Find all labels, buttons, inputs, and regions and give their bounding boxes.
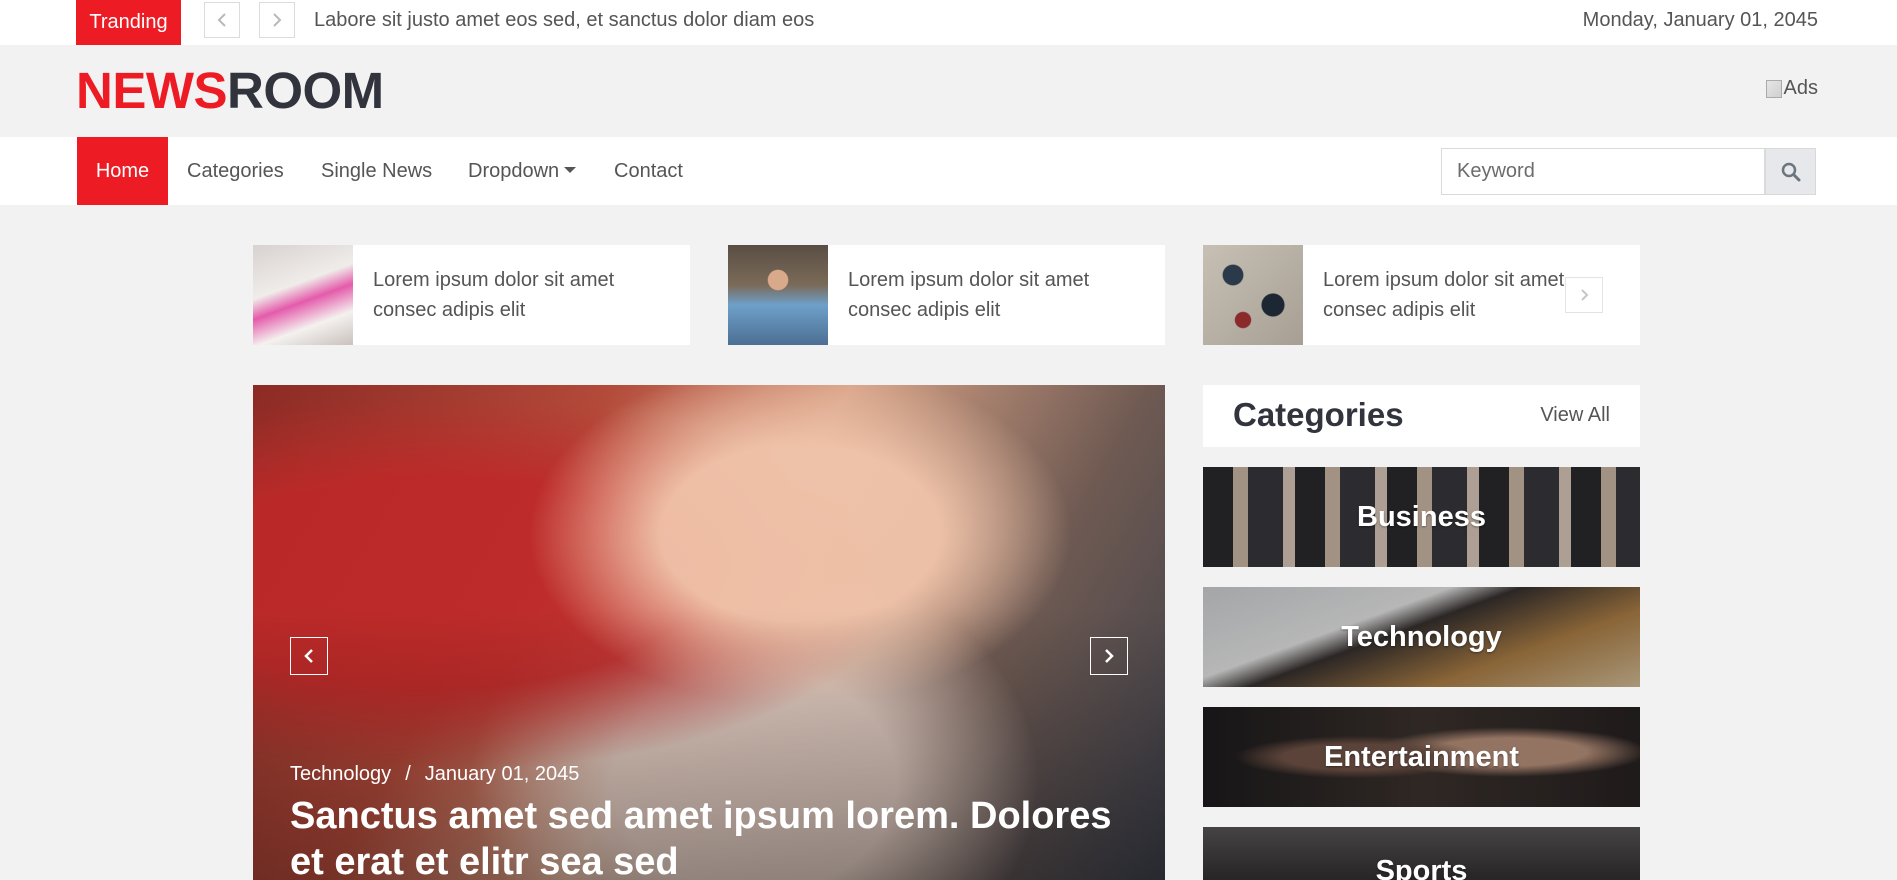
ads-banner[interactable]: Ads — [1765, 77, 1818, 100]
view-all-link[interactable]: View All — [1540, 404, 1610, 427]
news-thumbnail — [253, 245, 353, 345]
categories-title: Categories — [1233, 396, 1404, 433]
nav-item-categories[interactable]: Categories — [187, 137, 284, 205]
category-label: Entertainment — [1324, 740, 1519, 773]
nav-dropdown-label: Dropdown — [468, 159, 560, 182]
brand-bar: NEWSROOM Ads — [0, 45, 1897, 137]
categories-header: Categories View All — [1203, 385, 1640, 447]
mini-carousel-next-button[interactable] — [1565, 277, 1603, 313]
caret-down-icon — [564, 167, 577, 173]
search-input[interactable] — [1441, 148, 1765, 195]
news-thumbnail — [728, 245, 828, 345]
category-tile-technology[interactable]: Technology — [1203, 587, 1640, 687]
category-tile-business[interactable]: Business — [1203, 467, 1640, 567]
trending-next-button[interactable] — [259, 2, 295, 38]
chevron-right-icon — [1580, 289, 1588, 301]
nav-item-home[interactable]: Home — [77, 137, 168, 205]
trending-label: Tranding — [76, 0, 181, 45]
category-tile-entertainment[interactable]: Entertainment — [1203, 707, 1640, 807]
chevron-left-icon — [304, 649, 313, 663]
chevron-left-icon — [217, 13, 226, 27]
broken-image-icon — [1765, 79, 1782, 98]
hero-title-link[interactable]: Sanctus amet sed amet ipsum lorem. Dolor… — [290, 793, 1150, 880]
news-thumbnail — [1203, 245, 1303, 345]
meta-separator: / — [405, 763, 411, 785]
hero-slider[interactable]: Technology / January 01, 2045 Sanctus amet… — [253, 385, 1165, 880]
nav-item-dropdown[interactable]: Dropdown — [468, 137, 577, 205]
hero-category-link[interactable]: Technology — [290, 763, 391, 785]
search-button[interactable] — [1765, 148, 1816, 195]
site-logo[interactable]: NEWSROOM — [76, 61, 384, 121]
top-bar: Tranding Labore sit justo amet eos sed, … — [0, 0, 1897, 45]
hero-meta: Technology / January 01, 2045 — [290, 763, 579, 786]
main-navbar: Home Categories Single News Dropdown Con… — [0, 137, 1897, 205]
nav-item-contact[interactable]: Contact — [614, 137, 683, 205]
search-icon — [1781, 162, 1800, 181]
current-date: Monday, January 01, 2045 — [1582, 9, 1818, 31]
mini-news-card[interactable]: Lorem ipsum dolor sit amet consec adipis… — [728, 245, 1165, 345]
hero-prev-button[interactable] — [290, 637, 328, 675]
news-title-link[interactable]: Lorem ipsum dolor sit amet consec adipis… — [848, 265, 1148, 325]
news-title-link[interactable]: Lorem ipsum dolor sit amet consec adipis… — [373, 265, 673, 325]
hero-date: January 01, 2045 — [424, 763, 580, 785]
logo-part-room: ROOM — [227, 62, 384, 119]
category-tile-sports[interactable]: Sports — [1203, 827, 1640, 880]
category-label: Business — [1357, 500, 1486, 533]
ads-alt-text: Ads — [1783, 77, 1818, 99]
nav-item-single-news[interactable]: Single News — [321, 137, 432, 205]
trending-headline-link[interactable]: Labore sit justo amet eos sed, et sanctu… — [314, 9, 814, 32]
chevron-right-icon — [273, 13, 282, 27]
mini-news-card[interactable]: Lorem ipsum dolor sit amet consec adipis… — [253, 245, 690, 345]
logo-part-news: NEWS — [76, 62, 228, 119]
trending-prev-button[interactable] — [204, 2, 240, 38]
hero-next-button[interactable] — [1090, 637, 1128, 675]
category-label: Sports — [1375, 855, 1468, 880]
chevron-right-icon — [1105, 649, 1114, 663]
category-label: Technology — [1341, 620, 1502, 653]
